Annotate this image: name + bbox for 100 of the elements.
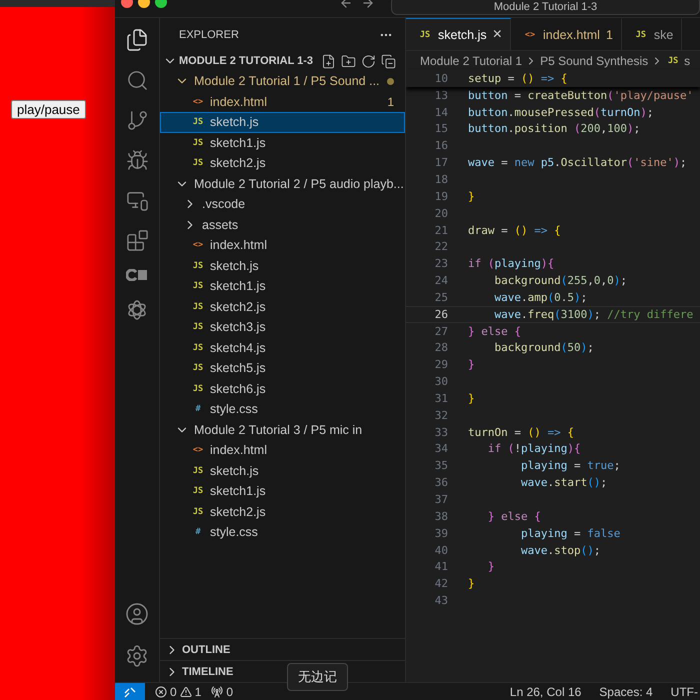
- line-number: 28: [434, 341, 449, 354]
- code-line: wave.start();: [520, 476, 608, 490]
- explorer-title: EXPLORER: [179, 28, 239, 40]
- blocks-icon[interactable]: [126, 229, 148, 252]
- indentation-status[interactable]: Spaces: 4: [599, 684, 653, 698]
- file-item[interactable]: JS sketch3.js: [160, 317, 405, 338]
- file-item[interactable]: JS sketch5.js: [160, 358, 405, 378]
- branch-icon[interactable]: [126, 109, 148, 132]
- code-line: playing = false: [520, 526, 620, 540]
- collapse-icon[interactable]: [381, 54, 396, 68]
- file-type-icon: JS: [191, 281, 205, 292]
- code-line: wave = new p5.Oscillator('sine');: [468, 156, 687, 170]
- file-type-icon: JS: [191, 322, 205, 332]
- code-line: }: [468, 190, 475, 203]
- folder-item[interactable]: .vscode: [160, 194, 405, 214]
- file-item[interactable]: JS sketch1.js: [160, 276, 405, 296]
- file-type-icon: <>: [191, 96, 205, 107]
- code-line: wave.stop();: [520, 544, 600, 557]
- cursor-position[interactable]: Ln 26, Col 16: [510, 684, 582, 698]
- play-pause-button[interactable]: play/pause: [11, 100, 86, 119]
- breadcrumb[interactable]: JS s: [666, 54, 690, 68]
- code-line: }: [468, 577, 475, 590]
- line-number: 27: [434, 324, 449, 338]
- file-item[interactable]: <> index.html 1: [160, 92, 405, 112]
- file-type-icon: JS: [191, 363, 205, 374]
- code-line: } else {: [486, 510, 541, 523]
- panel-header[interactable]: OUTLINE: [160, 638, 405, 660]
- refresh-icon[interactable]: [361, 54, 376, 68]
- file-item[interactable]: JS sketch.js: [160, 112, 405, 132]
- monitor-icon[interactable]: [126, 189, 148, 212]
- line-number: 34: [434, 442, 449, 456]
- problem-count: 1: [387, 94, 394, 109]
- line-number: 15: [434, 122, 449, 136]
- workspace-title[interactable]: MODULE 2 TUTORIAL 1-3: [179, 55, 314, 67]
- files-icon[interactable]: [125, 28, 149, 52]
- file-item[interactable]: <> index.html: [160, 235, 405, 256]
- close-button[interactable]: ×: [492, 26, 502, 42]
- file-item[interactable]: JS sketch4.js: [160, 338, 405, 358]
- search-icon[interactable]: [126, 69, 148, 92]
- file-type-icon: JS: [418, 30, 432, 40]
- logo-icon[interactable]: [126, 269, 148, 281]
- file-type-icon: JS: [191, 158, 205, 168]
- account-icon[interactable]: [125, 602, 149, 626]
- line-number: 23: [434, 257, 449, 270]
- file-item[interactable]: JS sketch2.js: [160, 502, 405, 522]
- new-folder-icon[interactable]: [341, 54, 356, 68]
- line-number: 14: [434, 106, 449, 119]
- file-item[interactable]: <> index.html: [160, 440, 405, 460]
- ports-status[interactable]: 0: [211, 684, 234, 698]
- line-number: 21: [434, 224, 449, 237]
- new-file-icon[interactable]: [321, 54, 336, 68]
- encoding-status[interactable]: UTF-: [670, 684, 698, 698]
- folder-item[interactable]: assets: [160, 214, 405, 235]
- file-type-icon: JS: [191, 117, 205, 128]
- folder-item[interactable]: Module 2 Tutorial 1 / P5 Sound ...: [160, 71, 405, 92]
- file-item[interactable]: JS sketch.js: [160, 460, 405, 481]
- line-number: 42: [434, 577, 449, 590]
- file-type-icon: <>: [191, 240, 205, 250]
- code-line: if (playing){: [468, 257, 554, 270]
- code-line: button.mousePressed(turnOn);: [468, 106, 654, 119]
- file-type-icon: JS: [191, 384, 205, 394]
- settings-icon[interactable]: [125, 644, 149, 668]
- folder-item[interactable]: Module 2 Tutorial 2 / P5 audio playb...: [160, 174, 405, 194]
- bug-icon[interactable]: [126, 149, 148, 172]
- line-number: 32: [434, 408, 449, 422]
- code-line: }: [468, 358, 475, 372]
- code-line: wave.freq(3100); //try differe: [493, 308, 694, 321]
- file-item[interactable]: JS sketch1.js: [160, 481, 405, 502]
- file-item[interactable]: JS sketch2.js: [160, 296, 405, 317]
- line-number: 22: [434, 240, 449, 254]
- code-line: }: [486, 560, 494, 574]
- file-type-icon: JS: [666, 56, 680, 66]
- breadcrumb[interactable]: Module 2 Tutorial 1: [420, 54, 522, 68]
- file-type-icon: JS: [191, 506, 205, 517]
- file-item[interactable]: JS sketch2.js: [160, 153, 405, 174]
- file-item[interactable]: # style.css: [160, 399, 405, 420]
- file-item[interactable]: JS sketch6.js: [160, 378, 405, 399]
- file-type-icon: JS: [191, 302, 205, 312]
- code-line: wave.amp(0.5);: [493, 290, 588, 304]
- folder-item[interactable]: Module 2 Tutorial 3 / P5 mic in: [160, 420, 405, 440]
- file-type-icon: <>: [191, 445, 205, 456]
- file-type-icon: JS: [191, 260, 205, 271]
- line-number: 16: [434, 139, 449, 152]
- problems-status[interactable]: 0 1: [155, 684, 202, 698]
- warning-icon: [180, 686, 192, 698]
- line-number: 36: [434, 476, 449, 490]
- file-type-icon: JS: [191, 138, 205, 148]
- remote-button[interactable]: [115, 683, 145, 700]
- code-line: background(50);: [493, 341, 594, 354]
- code-line: setup = () => {: [468, 72, 568, 85]
- code-line: button.position (200,100);: [468, 122, 640, 136]
- file-item[interactable]: JS sketch.js: [160, 256, 405, 276]
- line-number: 40: [434, 544, 449, 557]
- file-item[interactable]: # style.css: [160, 522, 405, 542]
- command-center-search[interactable]: Module 2 Tutorial 1-3: [391, 0, 700, 15]
- breadcrumb[interactable]: P5 Sound Synthesis: [540, 54, 648, 68]
- line-number: 37: [434, 493, 449, 506]
- line-number: 24: [434, 274, 449, 288]
- file-item[interactable]: JS sketch1.js: [160, 132, 405, 153]
- editor-tab[interactable]: JS sketch.js ×: [406, 18, 511, 50]
